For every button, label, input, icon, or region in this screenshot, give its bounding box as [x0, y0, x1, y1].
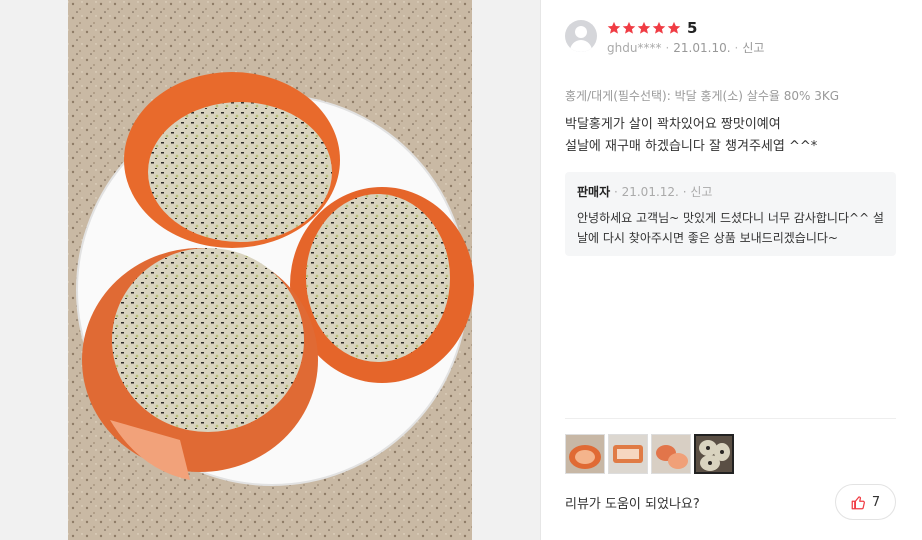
review-photo[interactable]	[0, 0, 540, 540]
star-icon	[637, 21, 651, 34]
review-meta: ghdu**** · 21.01.10. · 신고	[607, 41, 765, 55]
seller-report-link[interactable]: 신고	[690, 185, 712, 199]
reviewer-id: ghdu****	[607, 41, 662, 55]
photo-thumbnail[interactable]	[608, 434, 648, 474]
star-icon	[652, 21, 666, 34]
review-text: 박달홍게가 살이 꽉차있어요 짱맛이예여 설날에 재구매 하겠습니다 잘 챙겨주…	[565, 114, 817, 158]
rating-value: 5	[687, 19, 698, 37]
seller-reply-header: 판매자 · 21.01.12. · 신고	[577, 185, 713, 199]
thumbs-up-icon	[851, 495, 865, 509]
review-text-line: 박달홍게가 살이 꽉차있어요 짱맛이예여	[565, 117, 781, 132]
helpful-question: 리뷰가 도움이 되었나요?	[565, 497, 700, 512]
photo-thumbnail[interactable]	[651, 434, 691, 474]
star-icon	[622, 21, 636, 34]
photo-thumbnail-active[interactable]	[694, 434, 734, 474]
user-avatar-icon	[565, 20, 597, 52]
review-text-line: 설날에 재구매 하겠습니다 잘 챙겨주세엽 ^^*	[565, 139, 818, 154]
section-divider	[565, 418, 896, 419]
star-icon	[667, 21, 681, 34]
seller-reply-text: 안녕하세요 고객님~ 맛있게 드셨다니 너무 감사합니다^^ 설날에 다시 찾아…	[577, 211, 884, 245]
seller-reply: 판매자 · 21.01.12. · 신고 안녕하세요 고객님~ 맛있게 드셨다니…	[565, 172, 896, 256]
purchased-option: 홍게/대게(필수선택): 박달 홍게(소) 살수율 80% 3KG	[565, 89, 840, 103]
crab-rice-photo	[0, 0, 540, 540]
seller-name: 판매자	[577, 185, 611, 199]
helpful-count: 7	[871, 494, 881, 510]
star-icon	[607, 21, 621, 34]
helpful-like-button[interactable]: 7	[835, 484, 896, 520]
seller-reply-date: 21.01.12.	[621, 185, 679, 199]
star-rating	[607, 19, 682, 37]
report-link[interactable]: 신고	[742, 41, 764, 55]
review-detail-panel: 5 ghdu**** · 21.01.10. · 신고 홍게/대게(필수선택): 박달 …	[541, 0, 922, 540]
photo-thumbnails	[565, 434, 737, 474]
review-date: 21.01.10.	[673, 41, 731, 55]
photo-thumbnail[interactable]	[565, 434, 605, 474]
